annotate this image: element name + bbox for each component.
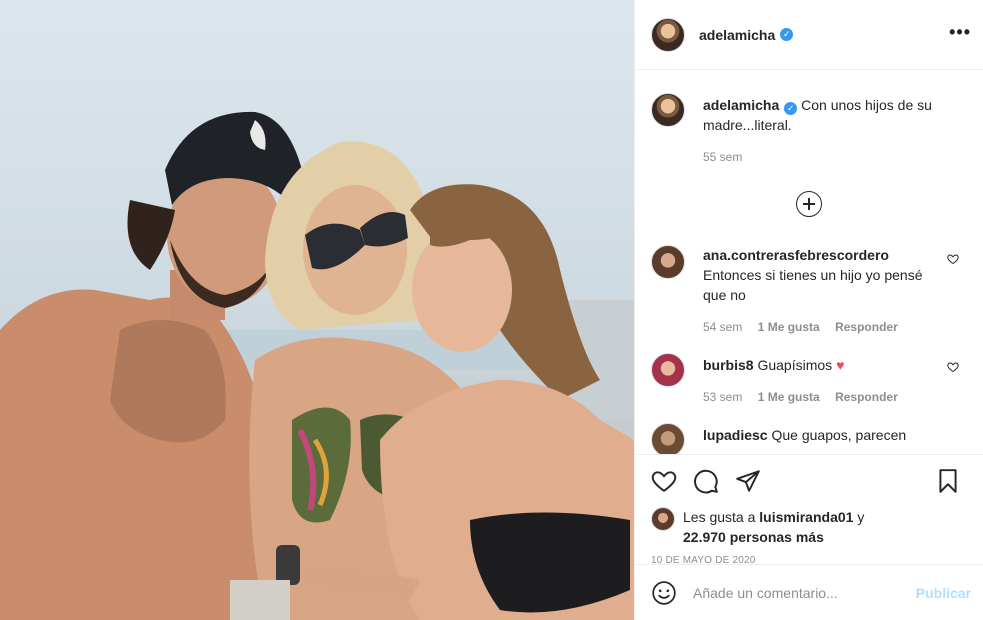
publish-button[interactable]: Publicar: [916, 585, 971, 601]
heart-icon[interactable]: [651, 468, 677, 494]
caption-meta: 55 sem: [703, 147, 953, 167]
likes-count[interactable]: 22.970 personas más: [683, 529, 824, 545]
action-icons: [651, 455, 967, 507]
comment-likes[interactable]: 1 Me gusta: [758, 320, 820, 334]
comment-username[interactable]: ana.contrerasfebrescordero: [703, 247, 889, 263]
comment-text: Guapísimos: [757, 357, 833, 373]
commenter-avatar[interactable]: [651, 245, 685, 279]
comment-item: lupadiesc Que guapos, parecen: [635, 423, 983, 454]
comment-text: Entonces si tienes un hijo yo pensé que …: [703, 267, 923, 303]
post-header: adelamicha ✓ •••: [635, 0, 983, 70]
like-comment-heart-icon[interactable]: [947, 361, 959, 373]
likes-connector: y: [857, 509, 865, 525]
comment-item: burbis8 Guapísimos ♥ 53 sem 1 Me gusta R…: [635, 353, 983, 407]
likes-prefix: Les gusta a: [683, 509, 756, 525]
plus-circle-icon[interactable]: [796, 191, 822, 217]
share-icon[interactable]: [735, 468, 761, 494]
caption-username[interactable]: adelamicha: [703, 97, 779, 113]
author-avatar[interactable]: [651, 93, 685, 127]
more-horizontal-icon[interactable]: •••: [949, 22, 971, 43]
commenter-avatar[interactable]: [651, 353, 685, 387]
likes-summary: Les gusta a luismiranda01 y 22.970 perso…: [651, 507, 967, 547]
heart-emoji: ♥: [836, 357, 845, 373]
comment-item: ana.contrerasfebrescordero Entonces si t…: [635, 245, 983, 337]
comment-icon[interactable]: [693, 468, 719, 494]
post-actions: Les gusta a luismiranda01 y 22.970 perso…: [635, 454, 983, 572]
post-side-panel: adelamicha ✓ ••• adelamicha ✓ Con unos hi…: [634, 0, 983, 620]
liker-username[interactable]: luismiranda01: [759, 509, 853, 525]
emoji-icon[interactable]: [651, 580, 677, 606]
comment-time[interactable]: 53 sem: [703, 390, 742, 404]
like-comment-heart-icon[interactable]: [947, 253, 959, 265]
reply-button[interactable]: Responder: [835, 320, 898, 334]
caption-time[interactable]: 55 sem: [703, 150, 742, 164]
comment-text: Que guapos, parecen: [771, 427, 907, 443]
author-avatar[interactable]: [651, 17, 685, 52]
add-comment-bar: Publicar: [635, 564, 983, 620]
reply-button[interactable]: Responder: [835, 390, 898, 404]
comments-list[interactable]: adelamicha ✓ Con unos hijos de su madre..…: [635, 71, 983, 454]
comment-username[interactable]: burbis8: [703, 357, 754, 373]
verified-icon: ✓: [780, 28, 794, 41]
liker-avatar[interactable]: [651, 507, 675, 531]
commenter-avatar[interactable]: [651, 423, 685, 454]
comment-username[interactable]: lupadiesc: [703, 427, 768, 443]
comment-meta: 53 sem 1 Me gusta Responder: [703, 387, 943, 407]
caption: adelamicha ✓ Con unos hijos de su madre..…: [635, 93, 983, 167]
bookmark-icon[interactable]: [935, 468, 961, 494]
instagram-post: adelamicha ✓ ••• adelamicha ✓ Con unos hi…: [0, 0, 983, 620]
comment-input[interactable]: [693, 584, 903, 601]
comment-meta: 54 sem 1 Me gusta Responder: [703, 317, 943, 337]
photo-illustration: [0, 111, 634, 620]
author-username[interactable]: adelamicha: [699, 27, 775, 43]
comment-time[interactable]: 54 sem: [703, 320, 742, 334]
post-photo[interactable]: [0, 0, 634, 620]
comment-likes[interactable]: 1 Me gusta: [758, 390, 820, 404]
verified-icon: ✓: [784, 102, 798, 115]
